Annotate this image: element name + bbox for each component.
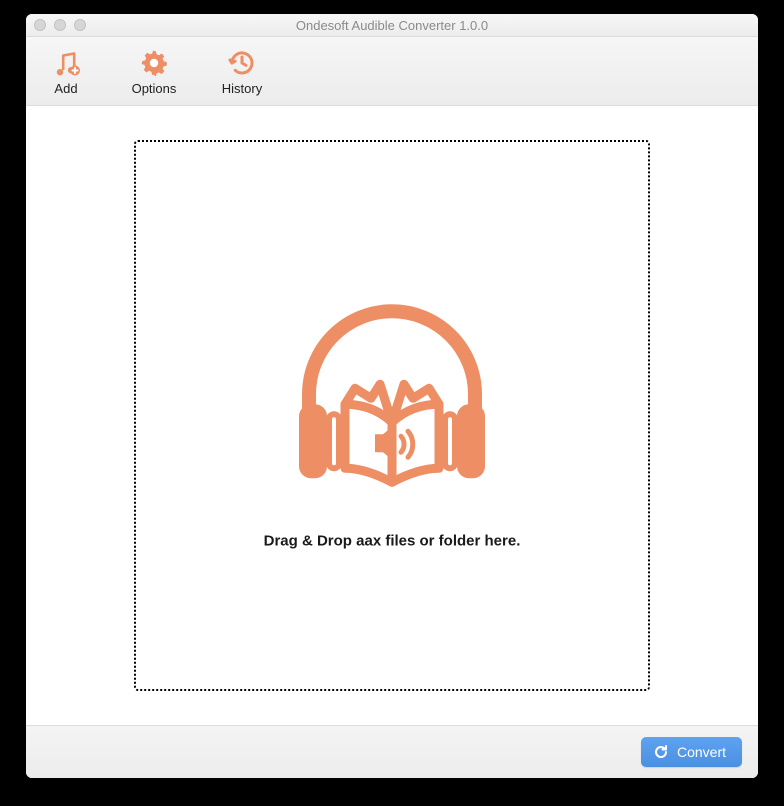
content-area: Drag & Drop aax files or folder here. bbox=[26, 106, 758, 725]
convert-button-label: Convert bbox=[677, 744, 726, 760]
dropzone-inner: Drag & Drop aax files or folder here. bbox=[264, 276, 521, 549]
options-button-label: Options bbox=[132, 81, 177, 96]
dropzone[interactable]: Drag & Drop aax files or folder here. bbox=[134, 140, 650, 691]
window-title: Ondesoft Audible Converter 1.0.0 bbox=[296, 18, 488, 33]
convert-button[interactable]: Convert bbox=[641, 737, 742, 767]
add-music-icon bbox=[50, 47, 82, 79]
toolbar: Add Options bbox=[26, 37, 758, 106]
options-button[interactable]: Options bbox=[124, 41, 184, 101]
gear-icon bbox=[138, 47, 170, 79]
add-button[interactable]: Add bbox=[36, 41, 96, 101]
history-icon bbox=[226, 47, 258, 79]
traffic-close[interactable] bbox=[34, 19, 46, 31]
footer: Convert bbox=[26, 725, 758, 778]
traffic-zoom[interactable] bbox=[74, 19, 86, 31]
history-button-label: History bbox=[222, 81, 262, 96]
titlebar: Ondesoft Audible Converter 1.0.0 bbox=[26, 14, 758, 37]
audiobook-headphones-icon bbox=[277, 276, 507, 506]
window-controls bbox=[34, 14, 86, 36]
app-window: Ondesoft Audible Converter 1.0.0 Add bbox=[26, 14, 758, 778]
dropzone-text: Drag & Drop aax files or folder here. bbox=[264, 532, 521, 549]
convert-icon bbox=[653, 744, 669, 760]
add-button-label: Add bbox=[54, 81, 77, 96]
history-button[interactable]: History bbox=[212, 41, 272, 101]
traffic-minimize[interactable] bbox=[54, 19, 66, 31]
